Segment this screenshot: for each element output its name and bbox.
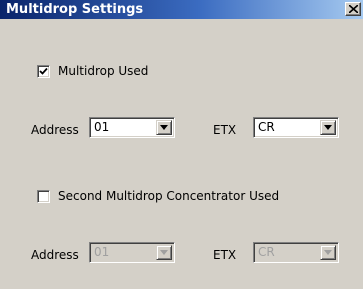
chevron-down-icon xyxy=(324,250,332,255)
chevron-down-icon xyxy=(160,125,168,130)
address-dropdown[interactable]: 01 xyxy=(89,117,175,138)
second-address-dropdown[interactable]: 01 xyxy=(89,242,175,263)
checkmark-icon xyxy=(39,67,48,75)
second-address-label: Address xyxy=(31,248,79,262)
etx-value: CR xyxy=(258,120,275,134)
address-label: Address xyxy=(31,123,79,137)
multidrop-used-checkbox-row[interactable]: Multidrop Used xyxy=(37,64,148,78)
multidrop-used-checkbox[interactable] xyxy=(37,64,50,78)
etx-label: ETX xyxy=(213,123,237,137)
second-etx-label: ETX xyxy=(213,248,237,262)
second-address-value: 01 xyxy=(94,245,110,259)
etx-dropdown[interactable]: CR xyxy=(253,117,339,138)
second-etx-value: CR xyxy=(258,245,275,259)
second-etx-dropdown[interactable]: CR xyxy=(253,242,339,263)
multidrop-used-label: Multidrop Used xyxy=(58,64,149,78)
second-multidrop-checkbox-row[interactable]: Second Multidrop Concentrator Used xyxy=(37,189,279,203)
address-dropdown-button[interactable] xyxy=(156,120,172,135)
second-multidrop-label: Second Multidrop Concentrator Used xyxy=(58,189,280,203)
address-value: 01 xyxy=(94,120,110,134)
second-etx-dropdown-button[interactable] xyxy=(320,245,336,260)
close-icon xyxy=(349,5,358,13)
etx-dropdown-button[interactable] xyxy=(320,120,336,135)
title-bar[interactable]: Multidrop Settings xyxy=(0,0,363,19)
dialog-title: Multidrop Settings xyxy=(6,2,144,17)
chevron-down-icon xyxy=(324,125,332,130)
second-multidrop-checkbox[interactable] xyxy=(37,189,50,203)
multidrop-settings-dialog: Multidrop Settings Multidrop Used Addres… xyxy=(0,0,363,289)
chevron-down-icon xyxy=(160,250,168,255)
second-address-dropdown-button[interactable] xyxy=(156,245,172,260)
close-button[interactable] xyxy=(345,2,361,16)
